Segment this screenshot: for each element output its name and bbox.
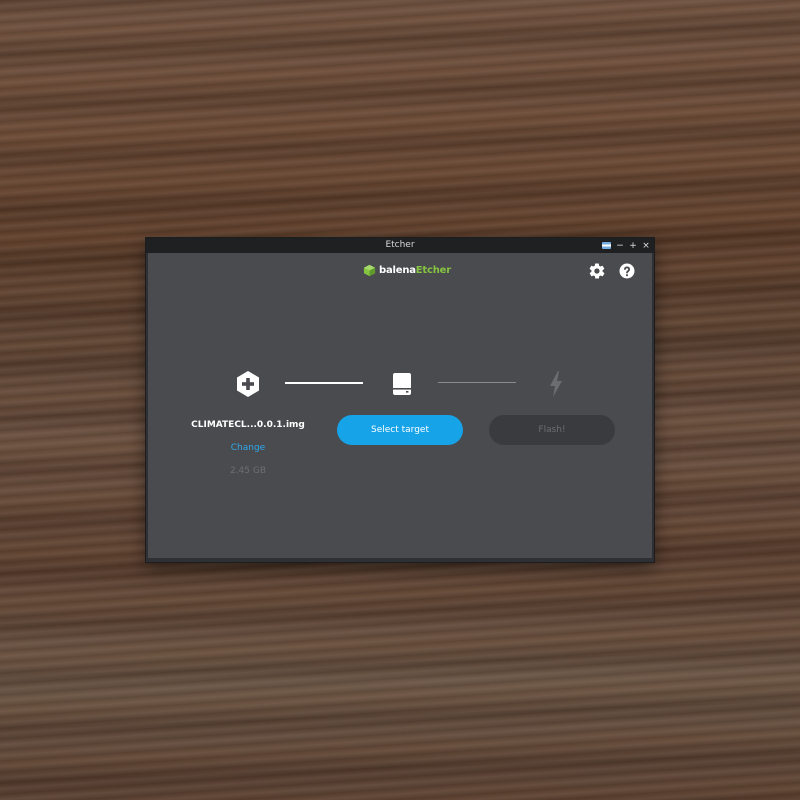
settings-button[interactable] xyxy=(588,262,606,280)
drive-icon xyxy=(393,373,411,395)
step-connector-1 xyxy=(285,382,363,384)
window-titlebar[interactable]: Etcher − + × xyxy=(146,238,654,253)
image-size: 2.45 GB xyxy=(229,466,267,476)
flag-icon xyxy=(602,242,611,249)
logo-text-balena: balena xyxy=(379,265,416,276)
flash-button[interactable]: Flash! xyxy=(489,415,615,445)
app-content: balena Etcher CLIMATECL...0.0.1.img Chan… xyxy=(148,253,652,558)
window-controls: − + × xyxy=(602,238,650,253)
plus-hexagon-icon xyxy=(237,371,259,397)
select-target-button[interactable]: Select target xyxy=(337,415,463,445)
gear-icon xyxy=(589,263,605,279)
maximize-button[interactable]: + xyxy=(629,241,637,250)
flash-step-icon xyxy=(541,369,571,399)
app-logo: balena Etcher xyxy=(363,264,451,277)
select-image-step-icon[interactable] xyxy=(233,369,263,399)
close-button[interactable]: × xyxy=(642,241,650,250)
desktop-background: Etcher − + × balena Etcher CLIMATECL...0… xyxy=(0,0,800,800)
change-image-link[interactable]: Change xyxy=(208,443,288,453)
image-filename: CLIMATECL...0.0.1.img xyxy=(191,420,305,430)
step-connector-2 xyxy=(438,382,516,383)
window-title: Etcher xyxy=(385,240,415,250)
lightning-icon xyxy=(550,371,562,397)
etcher-window: Etcher − + × balena Etcher CLIMATECL...0… xyxy=(146,238,654,562)
logo-text-etcher: Etcher xyxy=(415,265,451,276)
question-icon xyxy=(619,263,635,279)
minimize-button[interactable]: − xyxy=(616,241,624,250)
balena-cube-icon xyxy=(363,264,376,277)
help-button[interactable] xyxy=(618,262,636,280)
select-target-step-icon[interactable] xyxy=(387,369,417,399)
